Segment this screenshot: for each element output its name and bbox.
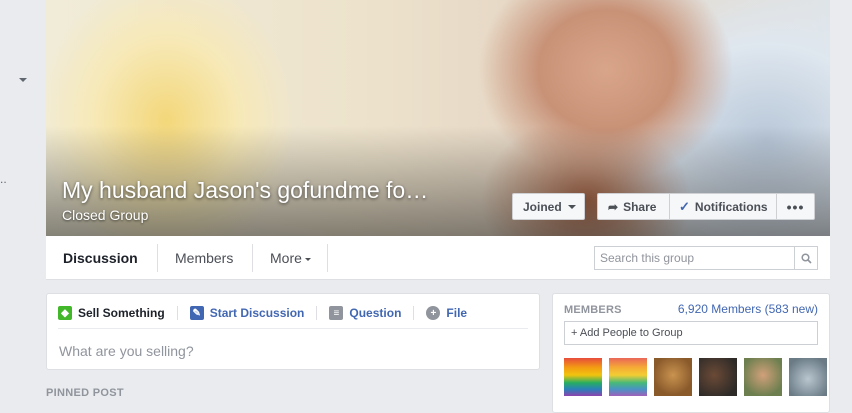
tag-icon: ◆ [58,306,72,320]
member-avatar[interactable] [699,358,737,396]
members-count: 6,920 Members [677,302,762,316]
start-discussion-tab[interactable]: ✎ Start Discussion [189,306,305,320]
tab-divider [252,244,253,272]
joined-label: Joined [523,199,562,214]
group-title[interactable]: My husband Jason's gofundme fo… [62,177,428,204]
tab-more[interactable]: More [270,236,311,280]
search-input[interactable] [595,247,795,269]
share-arrow-icon: ➦ [608,199,619,214]
check-icon: ✓ [679,198,690,214]
member-avatars [564,358,834,396]
tab-divider [327,244,328,272]
composer-tabs: ◆ Sell Something ✎ Start Discussion ≡ Qu… [58,303,467,323]
add-people-input[interactable]: + Add People to Group [564,321,818,345]
more-options-button[interactable]: ••• [777,193,815,220]
composer-divider [316,306,318,320]
composer-input[interactable]: What are you selling? [59,343,194,359]
member-avatar[interactable] [654,358,692,396]
members-count-link[interactable]: 6,920 Members (583 new) [678,302,818,316]
ellipsis-icon: .. [0,172,7,186]
notifications-label: Notifications [694,199,768,214]
tab-discussion[interactable]: Discussion [63,236,138,280]
pinned-post-heading: PINNED POST [46,387,124,399]
composer-divider [413,306,415,320]
share-label: Share [623,199,657,214]
file-icon: + [426,306,441,320]
chevron-down-icon[interactable] [19,78,27,82]
composer-divider-line [58,328,528,329]
member-avatar[interactable] [744,358,782,396]
search-button[interactable] [794,247,817,269]
left-rail: .. [0,0,46,406]
search-icon [800,252,812,264]
joined-button[interactable]: Joined [512,193,585,220]
post-composer: ◆ Sell Something ✎ Start Discussion ≡ Qu… [46,293,540,370]
members-panel: MEMBERS 6,920 Members (583 new) + Add Pe… [552,293,830,413]
group-tab-bar: Discussion Members More [46,236,830,280]
members-new: (583 new) [764,302,818,316]
group-privacy: Closed Group [62,207,149,223]
composer-divider [176,306,178,320]
notifications-button[interactable]: ✓ Notifications [669,193,777,220]
question-tab[interactable]: ≡ Question [329,306,401,320]
tab-divider [157,244,158,272]
question-icon: ≡ [329,306,344,320]
members-heading: MEMBERS [564,304,622,316]
chevron-down-icon [567,204,576,209]
group-search [594,246,818,270]
member-avatar[interactable] [789,358,827,396]
question-label: Question [349,306,402,320]
sell-something-tab[interactable]: ◆ Sell Something [58,306,165,320]
sell-label: Sell Something [78,306,165,320]
more-dots-icon: ••• [786,198,805,215]
file-tab[interactable]: + File [426,306,467,320]
discussion-label: Start Discussion [209,306,305,320]
pencil-icon: ✎ [189,306,204,320]
tab-more-label: More [270,250,302,266]
member-avatar[interactable] [564,358,602,396]
member-avatar[interactable] [609,358,647,396]
chevron-down-icon [304,257,311,261]
tab-members[interactable]: Members [175,236,233,280]
share-button[interactable]: ➦ Share [597,193,669,220]
file-label: File [446,306,468,320]
